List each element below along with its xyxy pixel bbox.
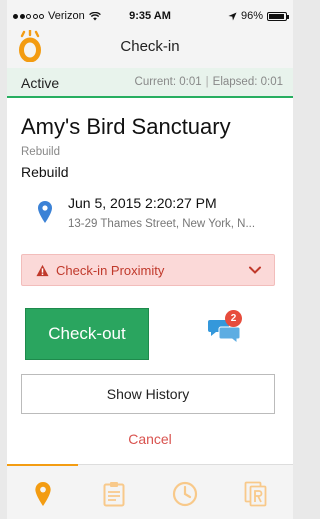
chat-badge: 2 (225, 310, 242, 327)
status-right: 96% (228, 10, 289, 22)
site-subtitle: Rebuild (21, 146, 60, 158)
location-arrow-icon (228, 11, 237, 21)
proximity-label: Check-in Proximity (56, 263, 165, 278)
elapsed-timer: Elapsed: 0:01 (212, 76, 283, 88)
warning-icon (36, 264, 49, 277)
active-status-label: Active (21, 75, 60, 91)
tab-bar (7, 464, 293, 519)
battery-icon (267, 11, 289, 21)
battery-level (269, 13, 285, 19)
location-pin-icon (38, 201, 52, 223)
location-pin-icon (34, 482, 51, 506)
show-history-button[interactable]: Show History (21, 374, 275, 414)
app-screen: Verizon 9:35 AM 96% Check-in Active Curr… (7, 0, 293, 519)
nav-bar: Check-in (7, 26, 293, 68)
tab-documents[interactable] (220, 473, 291, 515)
current-timer: Current: 0:01 (134, 76, 202, 88)
active-status-bar: Active Current: 0:01 | Elapsed: 0:01 (7, 68, 293, 98)
chevron-down-icon[interactable] (248, 263, 262, 277)
tab-clipboard[interactable] (78, 473, 149, 515)
battery-percent: 96% (240, 10, 263, 22)
site-task: Rebuild (21, 164, 69, 180)
cancel-link[interactable]: Cancel (7, 431, 293, 447)
clipboard-icon (103, 482, 124, 507)
chat-button[interactable]: 2 (207, 310, 251, 346)
tab-checkin[interactable] (7, 473, 78, 515)
site-name: Amy's Bird Sanctuary (21, 114, 231, 139)
timer-readout: Current: 0:01 | Elapsed: 0:01 (135, 76, 283, 88)
tab-clock[interactable] (149, 473, 220, 515)
page-title: Check-in (120, 38, 180, 55)
checkin-datetime: Jun 5, 2015 2:20:27 PM (68, 195, 217, 211)
active-tab-indicator (7, 464, 78, 466)
checkin-address: 13-29 Thames Street, New York, N... (68, 218, 256, 230)
document-r-icon (244, 481, 266, 507)
checkin-proximity-alert[interactable]: Check-in Proximity (21, 254, 275, 286)
timer-separator: | (205, 76, 209, 88)
clock-icon (172, 481, 197, 507)
checkout-button[interactable]: Check-out (25, 308, 149, 360)
